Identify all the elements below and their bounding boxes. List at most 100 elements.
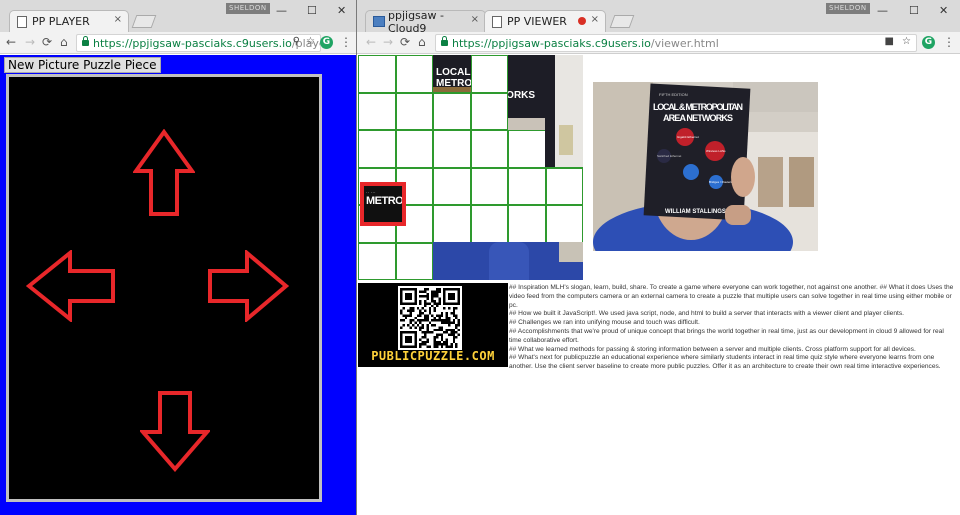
grid-cell[interactable] xyxy=(470,205,508,243)
camera-icon[interactable]: ■ xyxy=(885,36,894,47)
new-piece-button[interactable]: New Picture Puzzle Piece xyxy=(4,57,161,73)
tab-title: PP PLAYER xyxy=(32,15,90,28)
grid-cell[interactable] xyxy=(433,92,471,130)
grid-cell[interactable] xyxy=(433,167,471,205)
maximize-icon[interactable]: ☐ xyxy=(909,4,919,17)
user-badge[interactable]: SHELDON xyxy=(826,3,870,14)
grid-cell[interactable] xyxy=(545,205,583,243)
book-author: WILLIAM STALLINGS xyxy=(665,209,726,215)
piece-detail xyxy=(545,55,555,167)
grid-cell[interactable] xyxy=(395,130,433,168)
grammarly-extension-icon[interactable]: G xyxy=(922,36,935,49)
minimize-icon[interactable]: — xyxy=(877,4,888,17)
description-paragraph: ## What we learned methods for passing &… xyxy=(509,345,916,353)
reload-icon[interactable]: ⟳ xyxy=(42,35,52,49)
title-bar: PP PLAYER × SHELDON — ☐ ✕ xyxy=(0,0,356,32)
lock-icon xyxy=(441,36,448,46)
grid-cell[interactable] xyxy=(508,130,546,168)
address-bar[interactable]: https://ppjigsaw-pasciaks.c9users.io/vie… xyxy=(435,34,917,52)
grid-cell[interactable] xyxy=(545,167,583,205)
arrow-right-button[interactable] xyxy=(207,250,289,322)
menu-icon[interactable]: ⋮ xyxy=(340,35,352,49)
viewer-page: LOCAL & METROPOLITAN AREA NETWORKS METRO… xyxy=(357,55,960,515)
url-host: https://ppjigsaw-pasciaks.c9users.io xyxy=(452,36,651,50)
grammarly-extension-icon[interactable]: G xyxy=(320,36,333,49)
zoom-icon[interactable]: ⚲ xyxy=(293,36,300,47)
book-label-1: Gigabit Ethernet xyxy=(677,135,699,139)
menu-icon[interactable]: ⋮ xyxy=(943,35,955,49)
grid-cell[interactable] xyxy=(470,55,508,93)
piece-detail xyxy=(489,242,529,280)
grid-cell[interactable] xyxy=(395,55,433,93)
page-icon xyxy=(17,16,27,28)
book-label-3: Wireless LANs xyxy=(706,149,726,153)
tab-cloud9[interactable]: ppjigsaw - Cloud9 × xyxy=(365,9,486,35)
book-edition: FIFTH EDITION xyxy=(659,92,688,97)
grid-cell[interactable] xyxy=(358,242,396,280)
bookmark-star-icon[interactable]: ☆ xyxy=(306,36,315,47)
grid-cell[interactable] xyxy=(508,205,546,243)
piece-text: METRO xyxy=(366,195,404,207)
tab-pp-viewer[interactable]: PP VIEWER × xyxy=(484,10,606,32)
grid-cell[interactable] xyxy=(395,242,433,280)
book-label-4: Bridges / Routers xyxy=(709,180,733,184)
forward-icon[interactable]: → xyxy=(25,35,35,49)
player-page: New Picture Puzzle Piece xyxy=(0,55,356,515)
browser-toolbar: ← → ⟳ ⌂ https://ppjigsaw-pasciaks.c9user… xyxy=(357,32,960,54)
url-path: /viewer.html xyxy=(650,36,719,50)
grid-cell[interactable] xyxy=(470,92,508,130)
qr-caption: PUBLICPUZZLE.COM xyxy=(371,349,495,363)
new-tab-button[interactable] xyxy=(131,15,157,28)
arrow-up-button[interactable] xyxy=(133,129,195,217)
puzzle-piece[interactable]: LOCAL & METROPOLITAN xyxy=(433,55,471,92)
tab-pp-player[interactable]: PP PLAYER × xyxy=(9,10,129,32)
minimize-icon[interactable]: — xyxy=(276,4,287,17)
arrow-left-button[interactable] xyxy=(26,250,116,322)
grid-cell[interactable] xyxy=(508,167,546,205)
close-window-icon[interactable]: ✕ xyxy=(939,4,948,17)
reload-icon[interactable]: ⟳ xyxy=(400,35,410,49)
puzzle-piece[interactable]: AREA NETWORKS xyxy=(508,55,546,130)
url-host: https://ppjigsaw-pasciaks.c9users.io xyxy=(93,36,292,50)
piece-text: AREA NETWORKS xyxy=(508,90,536,101)
new-tab-button[interactable] xyxy=(609,15,635,28)
puzzle-piece[interactable] xyxy=(433,242,583,280)
description-paragraph: ## What's next for publicpuzzle an educa… xyxy=(509,354,941,371)
arrow-down-button[interactable] xyxy=(140,390,210,472)
forward-icon[interactable]: → xyxy=(383,35,393,49)
page-icon xyxy=(492,16,502,28)
description-paragraph: ## Accomplishments that we're proud of u… xyxy=(509,327,944,344)
puzzle-piece[interactable] xyxy=(545,55,583,167)
user-badge[interactable]: SHELDON xyxy=(226,3,270,14)
lock-icon xyxy=(82,36,89,46)
back-icon[interactable]: ← xyxy=(6,35,16,49)
grid-cell[interactable] xyxy=(470,167,508,205)
recording-icon xyxy=(578,17,586,25)
close-tab-icon[interactable]: × xyxy=(114,14,122,25)
selected-puzzle-piece[interactable]: METRO .. ... xyxy=(360,182,406,226)
home-icon[interactable]: ⌂ xyxy=(60,35,68,49)
home-icon[interactable]: ⌂ xyxy=(418,35,426,49)
piece-detail xyxy=(559,125,573,155)
grid-cell[interactable] xyxy=(433,130,471,168)
back-icon[interactable]: ← xyxy=(366,35,376,49)
bookmark-star-icon[interactable]: ☆ xyxy=(902,36,911,47)
puzzle-board[interactable]: LOCAL & METROPOLITAN AREA NETWORKS xyxy=(358,55,583,280)
piece-subtext: .. ... xyxy=(366,189,376,195)
book-title-line1: LOCAL & METROPOLITAN xyxy=(653,102,743,112)
grid-cell[interactable] xyxy=(395,92,433,130)
description-paragraph: ## Inspiration MLH's slogan, learn, buil… xyxy=(509,284,954,309)
close-tab-icon[interactable]: × xyxy=(591,14,599,25)
grid-cell[interactable] xyxy=(358,130,396,168)
book-label-2: Switched Ethernet xyxy=(657,154,682,158)
qr-code-banner[interactable]: PUBLICPUZZLE.COM xyxy=(358,283,508,367)
maximize-icon[interactable]: ☐ xyxy=(307,4,317,17)
close-window-icon[interactable]: ✕ xyxy=(337,4,346,17)
close-tab-icon[interactable]: × xyxy=(471,14,479,25)
description-paragraph: ## How we built it JavaScript!. We used … xyxy=(509,310,904,318)
grid-cell[interactable] xyxy=(358,55,396,93)
grid-cell[interactable] xyxy=(433,205,471,243)
address-bar[interactable]: https://ppjigsaw-pasciaks.c9users.io/pla… xyxy=(76,34,321,52)
grid-cell[interactable] xyxy=(470,130,508,168)
grid-cell[interactable] xyxy=(358,92,396,130)
